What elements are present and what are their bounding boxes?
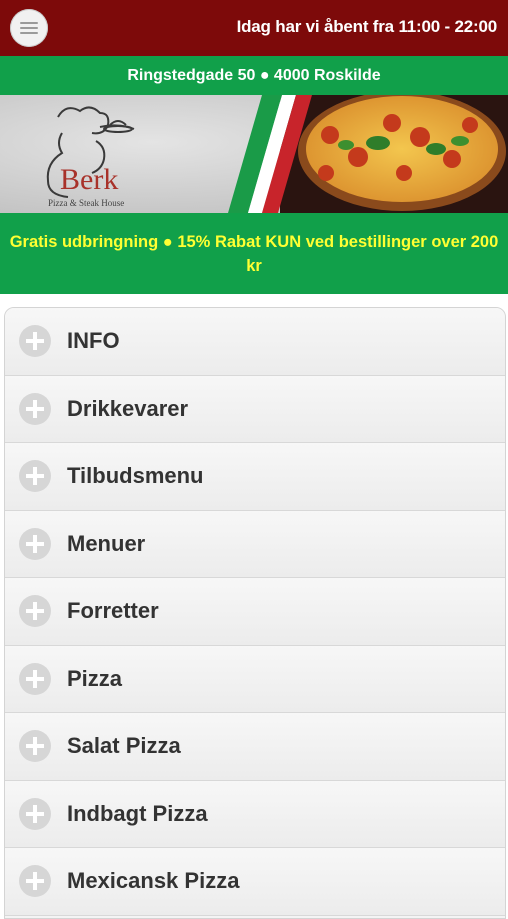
plus-icon (19, 797, 51, 830)
category-label: INFO (67, 328, 120, 354)
plus-icon (19, 527, 51, 560)
category-label: Salat Pizza (67, 733, 181, 759)
category-mexicansk-pizza[interactable]: Mexicansk Pizza (5, 848, 505, 916)
plus-icon (19, 392, 51, 425)
category-label: Tilbudsmenu (67, 463, 204, 489)
top-bar: Idag har vi åbent fra 11:00 - 22:00 (0, 0, 508, 56)
plus-icon (19, 460, 51, 493)
category-info[interactable]: INFO (5, 308, 505, 376)
menu-categories: INFO Drikkevarer Tilbudsmenu Menuer Forr… (4, 307, 506, 919)
category-indbagt-pizza[interactable]: Indbagt Pizza (5, 780, 505, 848)
category-pizza[interactable]: Pizza (5, 645, 505, 713)
restaurant-banner: Berk Pizza & Steak House (0, 95, 508, 213)
plus-icon (19, 662, 51, 695)
promo-text: Gratis udbringning ● 15% Rabat KUN ved b… (9, 232, 499, 275)
category-label: Pizza (67, 665, 123, 691)
plus-icon (19, 325, 51, 358)
category-label: Indbagt Pizza (67, 800, 208, 826)
category-drikkevarer[interactable]: Drikkevarer (5, 375, 505, 443)
category-label: Forretter (67, 598, 159, 624)
plus-icon (19, 730, 51, 763)
menu-button[interactable] (10, 9, 48, 47)
category-forretter[interactable]: Forretter (5, 578, 505, 646)
plus-icon (19, 595, 51, 628)
svg-text:Pizza & Steak House: Pizza & Steak House (48, 198, 124, 208)
category-menuer[interactable]: Menuer (5, 510, 505, 578)
address-text: Ringstedgade 50 ● 4000 Roskilde (127, 66, 381, 84)
category-tilbudsmenu[interactable]: Tilbudsmenu (5, 443, 505, 511)
address-bar: Ringstedgade 50 ● 4000 Roskilde (0, 56, 508, 95)
promo-banner: Gratis udbringning ● 15% Rabat KUN ved b… (0, 213, 508, 294)
svg-text:Berk: Berk (60, 163, 118, 196)
category-label: Drikkevarer (67, 395, 189, 421)
plus-icon (19, 865, 51, 898)
banner-image: Berk Pizza & Steak House (0, 95, 508, 213)
hamburger-icon (20, 21, 38, 35)
category-salat-pizza[interactable]: Salat Pizza (5, 713, 505, 781)
category-label: Menuer (67, 530, 146, 556)
opening-hours: Idag har vi åbent fra 11:00 - 22:00 (236, 17, 498, 36)
category-label: Mexicansk Pizza (67, 868, 240, 894)
